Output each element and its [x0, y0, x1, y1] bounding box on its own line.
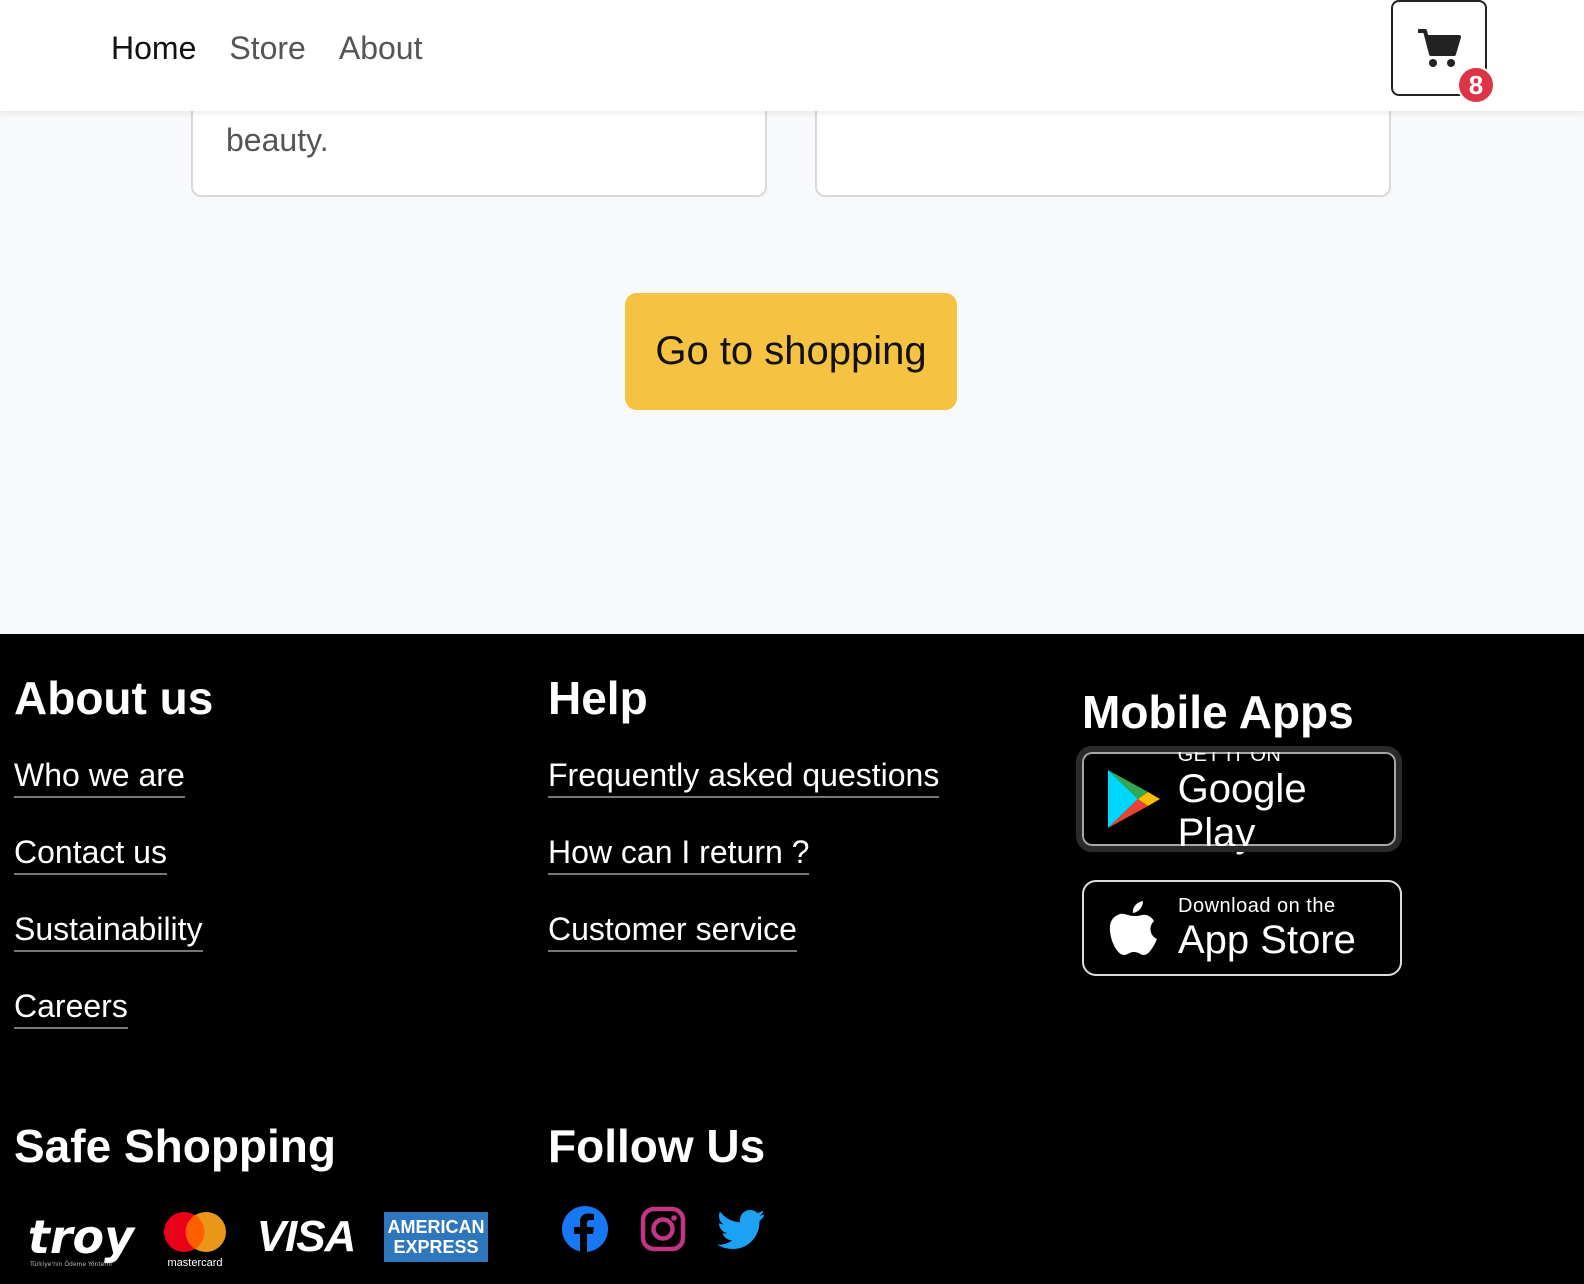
amex-line2: EXPRESS — [393, 1237, 479, 1257]
payment-logos: troy Türkiye'nin Ödeme Yöntemi mastercar… — [26, 1206, 488, 1268]
google-play-big-text: Google Play — [1177, 767, 1307, 855]
apple-icon — [1104, 898, 1164, 958]
mastercard-label: mastercard — [167, 1257, 222, 1268]
footer: About us Who we are Contact us Sustainab… — [0, 634, 1584, 1284]
app-store-small-text: Download on the — [1178, 895, 1336, 917]
nav-about-link[interactable]: About — [339, 28, 423, 68]
troy-logo-subtext: Türkiye'nin Ödeme Yöntemi — [30, 1261, 112, 1268]
instagram-link[interactable] — [640, 1206, 686, 1252]
mobile-apps-heading: Mobile Apps — [1082, 686, 1354, 738]
footer-about-section: About us Who we are Contact us Sustainab… — [14, 670, 213, 1029]
faq-link[interactable]: Frequently asked questions — [548, 756, 940, 798]
twitter-link[interactable] — [718, 1206, 764, 1252]
nav-store-link[interactable]: Store — [229, 28, 305, 68]
social-links — [562, 1206, 764, 1252]
who-we-are-link[interactable]: Who we are — [14, 756, 185, 798]
amex-logo: AMERICAN EXPRESS — [384, 1212, 488, 1262]
app-store-big-text: App Store — [1178, 918, 1356, 962]
google-play-icon — [1104, 769, 1164, 829]
return-link[interactable]: How can I return ? — [548, 833, 810, 875]
google-play-badge[interactable]: GET IT ON Google Play — [1076, 744, 1402, 855]
app-store-badge[interactable]: Download on the App Store — [1082, 880, 1402, 976]
footer-safe-shopping-section: Safe Shopping — [14, 1118, 336, 1174]
footer-follow-section: Follow Us — [548, 1118, 765, 1174]
troy-logo: troy Türkiye'nin Ödeme Yöntemi — [26, 1206, 136, 1268]
twitter-icon — [718, 1210, 764, 1249]
troy-logo-text: troy — [27, 1210, 135, 1264]
nav-links: Home Store About — [111, 28, 422, 68]
customer-service-link[interactable]: Customer service — [548, 910, 797, 952]
go-to-shopping-button[interactable]: Go to shopping — [625, 293, 957, 410]
instagram-icon — [640, 1206, 686, 1252]
cart-icon — [1418, 29, 1461, 67]
cart-count-badge: 8 — [1457, 66, 1495, 104]
nav-home-link[interactable]: Home — [111, 28, 196, 68]
about-heading: About us — [14, 672, 214, 724]
navbar: Home Store About 8 — [0, 0, 1584, 111]
card-text: beauty. — [226, 122, 329, 158]
contact-us-link[interactable]: Contact us — [14, 833, 167, 875]
google-play-small-text: GET IT ON — [1177, 744, 1282, 766]
facebook-icon — [562, 1206, 608, 1252]
mastercard-logo: mastercard — [162, 1206, 228, 1268]
footer-help-section: Help Frequently asked questions How can … — [548, 670, 940, 952]
footer-apps-section: Mobile Apps GET IT ON Google Play Downlo… — [1076, 684, 1402, 976]
safe-shopping-heading: Safe Shopping — [14, 1120, 336, 1172]
sustainability-link[interactable]: Sustainability — [14, 910, 203, 952]
visa-logo: VISA — [256, 1212, 357, 1261]
amex-line1: AMERICAN — [387, 1217, 485, 1237]
follow-us-heading: Follow Us — [548, 1120, 766, 1172]
help-heading: Help — [548, 672, 648, 724]
facebook-link[interactable] — [562, 1206, 608, 1252]
careers-link[interactable]: Careers — [14, 987, 128, 1029]
